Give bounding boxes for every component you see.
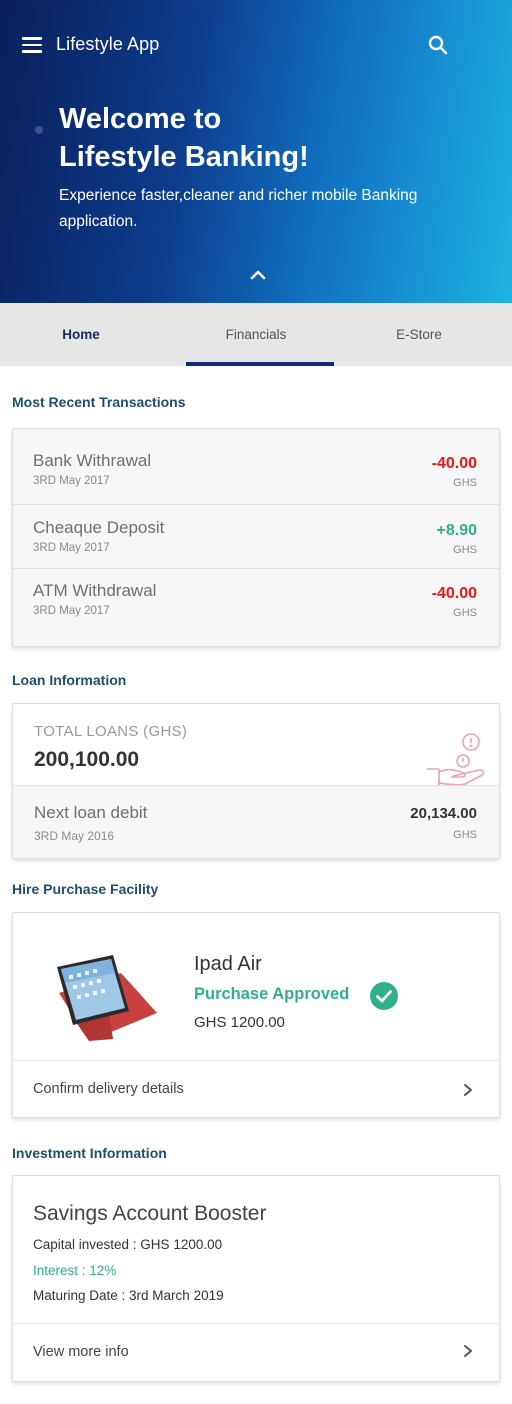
next-loan-debit-row: Next loan debit 3RD May 2016 20,134.00 G… — [13, 786, 499, 858]
transaction-currency: GHS — [453, 607, 477, 619]
transaction-row[interactable]: Bank Withrawal 3RD May 2017 -40.00 GHS — [13, 429, 499, 505]
total-loans-label: TOTAL LOANS (GHS) — [34, 723, 188, 740]
chevron-right-icon — [464, 1345, 472, 1357]
hero-banner: Lifestyle App Welcome to Lifestyle Banki… — [0, 0, 512, 303]
transaction-currency: GHS — [453, 544, 477, 556]
tab-bar: Home Financials E-Store — [0, 303, 512, 366]
section-title-transactions: Most Recent Transactions — [12, 394, 186, 410]
total-loans-panel: TOTAL LOANS (GHS) 200,100.00 — [13, 704, 499, 786]
transactions-card: Bank Withrawal 3RD May 2017 -40.00 GHS C… — [12, 428, 500, 647]
section-title-hire-purchase: Hire Purchase Facility — [12, 881, 159, 897]
next-loan-date: 3RD May 2016 — [34, 829, 115, 843]
next-loan-label: Next loan debit — [34, 803, 148, 822]
transaction-amount: +8.90 — [436, 522, 477, 539]
ipad-product-image — [57, 955, 157, 1041]
transaction-date: 3RD May 2017 — [33, 605, 110, 617]
tab-home[interactable]: Home — [6, 303, 156, 366]
tab-financials[interactable]: Financials — [181, 303, 331, 366]
transaction-date: 3RD May 2017 — [33, 542, 110, 554]
app-bar: Lifestyle App — [0, 0, 512, 90]
transaction-name: ATM Withdrawal — [33, 581, 157, 600]
chevron-up-icon[interactable] — [247, 266, 269, 282]
carousel-dot — [35, 126, 43, 134]
maturing-date: Maturing Date : 3rd March 2019 — [33, 1288, 224, 1303]
next-loan-currency: GHS — [453, 829, 477, 841]
view-more-info-link[interactable]: View more info — [13, 1324, 499, 1381]
app-title: Lifestyle App — [56, 34, 160, 54]
active-tab-indicator — [186, 362, 334, 366]
menu-icon[interactable] — [22, 37, 42, 53]
transaction-date: 3RD May 2017 — [33, 475, 110, 487]
investment-name: Savings Account Booster — [33, 1202, 267, 1225]
interest-rate: Interest : 12% — [33, 1263, 117, 1278]
tab-e-store[interactable]: E-Store — [344, 303, 494, 366]
transaction-row[interactable]: ATM Withdrawal 3RD May 2017 -40.00 GHS — [13, 569, 499, 646]
search-icon[interactable] — [426, 33, 450, 57]
product-name: Ipad Air — [194, 953, 262, 975]
transaction-amount: -40.00 — [431, 455, 477, 472]
product-price: GHS 1200.00 — [194, 1014, 285, 1031]
transaction-amount: -40.00 — [431, 585, 477, 602]
money-hand-icon — [427, 733, 485, 785]
transaction-currency: GHS — [453, 477, 477, 489]
hero-title-line: Lifestyle Banking! — [59, 141, 309, 173]
check-circle-icon — [370, 982, 398, 1010]
transaction-name: Cheaque Deposit — [33, 518, 165, 537]
hero-title-line: Welcome to — [59, 103, 222, 135]
view-more-info-label: View more info — [33, 1344, 129, 1360]
transaction-row[interactable]: Cheaque Deposit 3RD May 2017 +8.90 GHS — [13, 505, 499, 569]
confirm-delivery-link[interactable]: Confirm delivery details — [13, 1061, 499, 1118]
confirm-delivery-label: Confirm delivery details — [33, 1081, 184, 1097]
hero-title: Welcome to Lifestyle Banking! — [59, 100, 479, 176]
chevron-right-icon — [464, 1084, 472, 1096]
investment-card: Savings Account Booster Capital invested… — [12, 1175, 500, 1382]
capital-invested: Capital invested : GHS 1200.00 — [33, 1237, 223, 1252]
hero-subtitle-line: application. — [59, 213, 138, 230]
total-loans-value: 200,100.00 — [34, 748, 140, 771]
section-title-investment: Investment Information — [12, 1145, 167, 1161]
hire-purchase-card: Ipad Air Purchase Approved GHS 1200.00 C… — [12, 912, 500, 1118]
purchase-status: Purchase Approved — [194, 985, 350, 1003]
hero-subtitle-line: Experience faster,cleaner and richer mob… — [59, 187, 418, 204]
next-loan-amount: 20,134.00 — [410, 805, 477, 822]
hero-subtitle: Experience faster,cleaner and richer mob… — [59, 183, 479, 235]
section-title-loan: Loan Information — [12, 672, 127, 688]
transaction-name: Bank Withrawal — [33, 451, 152, 470]
loan-card: TOTAL LOANS (GHS) 200,100.00 Next loan d… — [12, 703, 500, 859]
